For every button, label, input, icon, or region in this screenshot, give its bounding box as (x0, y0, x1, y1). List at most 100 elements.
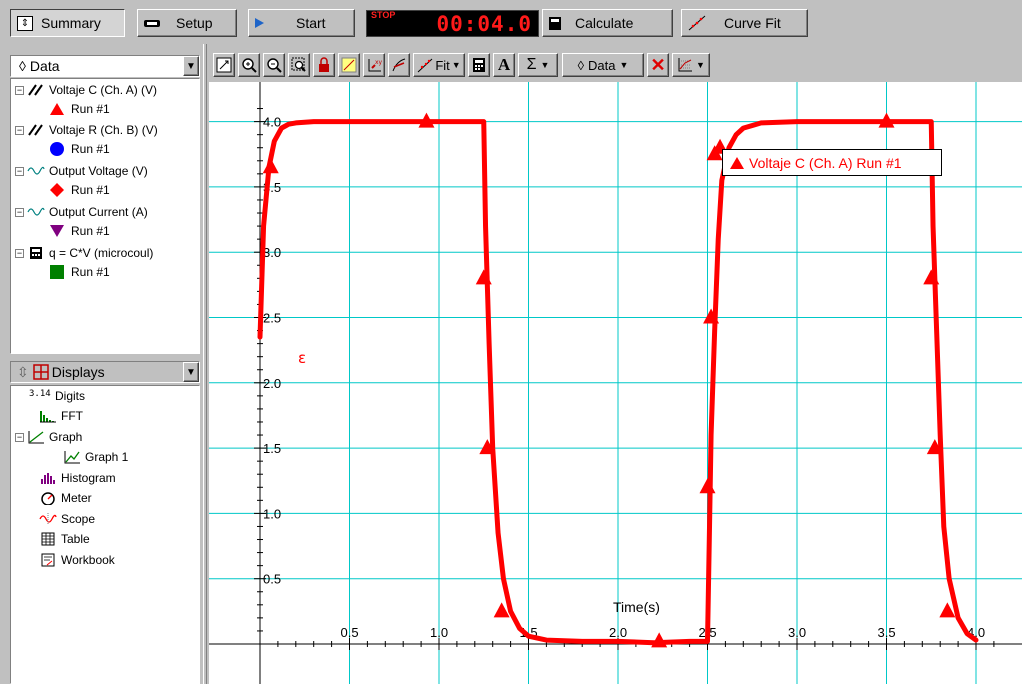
calculate-button[interactable]: Calculate (542, 9, 673, 37)
calculator-icon (549, 16, 561, 30)
tree-item-voltaje-c[interactable]: − Voltaje C (Ch. A) (V) (15, 80, 157, 100)
collapse-icon[interactable]: − (15, 85, 24, 95)
drag-handle-icon: ⇳ (17, 363, 29, 380)
tree-item-voltaje-r[interactable]: − Voltaje R (Ch. B) (V) (15, 120, 158, 140)
annotation-button[interactable]: A (493, 53, 515, 77)
tree-item-run[interactable]: Run #1 (49, 180, 110, 200)
calculator-icon (27, 246, 45, 260)
stop-timer-display[interactable]: STOP 00:04.0 (366, 10, 539, 37)
display-item-label: Graph 1 (85, 450, 129, 464)
data-menu-label: Data (588, 57, 616, 73)
displays-panel-title: Displays (51, 364, 105, 380)
autoscale-icon (216, 57, 232, 73)
chevron-down-icon[interactable]: ▼ (183, 362, 199, 382)
display-item-table[interactable]: Table (39, 529, 90, 549)
svg-text:xy: xy (375, 59, 382, 66)
display-item-label: Graph (49, 430, 83, 444)
display-item-meter[interactable]: Meter (39, 488, 92, 508)
y-tick-label: 4.0 (263, 115, 281, 130)
zoom-in-button[interactable] (238, 53, 260, 77)
tree-item-label: Run #1 (71, 142, 110, 156)
voltage-sensor-icon (27, 123, 45, 137)
collapse-icon[interactable]: − (15, 207, 24, 217)
zoom-select-button[interactable] (288, 53, 310, 77)
tree-item-run[interactable]: Run #1 (49, 262, 110, 282)
calculator-icon (473, 58, 485, 72)
x-tick-label: 2.0 (609, 625, 627, 640)
data-marker (699, 478, 716, 494)
data-menu-button[interactable]: ◊ Data ▼ (562, 53, 644, 77)
align-scales-button[interactable] (338, 53, 360, 77)
pane-splitter[interactable] (203, 44, 207, 684)
y-tick-label: 1.5 (263, 441, 281, 456)
remove-button[interactable]: ✕ (647, 53, 669, 77)
collapse-icon[interactable]: − (15, 166, 24, 176)
x-tick-label: 3.5 (878, 625, 896, 640)
tree-item-q-calc[interactable]: − q = C*V (microcoul) (15, 243, 153, 263)
display-item-label: Digits (55, 389, 86, 403)
fit-menu-button[interactable]: Fit ▼ (413, 53, 465, 77)
scope-icon (39, 512, 57, 526)
tree-item-label: Run #1 (71, 102, 110, 116)
graph-icon (27, 430, 45, 444)
zoom-out-button[interactable] (263, 53, 285, 77)
display-item-label: FFT (61, 409, 83, 423)
tree-item-run[interactable]: Run #1 (49, 221, 110, 241)
display-item-histogram[interactable]: Histogram (39, 468, 116, 488)
triangle-marker-icon (730, 156, 744, 169)
displays-panel-header[interactable]: ⇳ Displays ▼ (10, 361, 200, 383)
display-item-scope[interactable]: Scope (39, 509, 95, 529)
tree-item-run[interactable]: Run #1 (49, 139, 110, 159)
summary-button[interactable]: ⇕ Summary (10, 9, 125, 37)
tree-item-label: q = C*V (microcoul) (49, 246, 154, 260)
graph-legend[interactable]: Voltaje C (Ch. A) Run #1 (722, 149, 942, 176)
collapse-icon[interactable]: − (15, 248, 24, 258)
tree-item-label: Run #1 (71, 224, 110, 238)
tree-item-label: Output Voltage (V) (49, 164, 148, 178)
tree-item-label: Voltaje C (Ch. A) (V) (49, 83, 158, 97)
display-item-fft[interactable]: FFT (39, 406, 83, 426)
setup-icon (144, 19, 160, 27)
y-axis-title: ε (298, 349, 306, 367)
smart-cursor-button[interactable]: xy (363, 53, 385, 77)
collapse-icon[interactable]: − (15, 125, 24, 135)
statistics-calc-button[interactable] (468, 53, 490, 77)
lock-icon (319, 57, 329, 72)
chevron-down-icon: ▼ (451, 60, 461, 70)
main-toolbar: ⇕ Summary Setup Start STOP 00:04.0 Calcu… (0, 0, 1022, 44)
display-item-graph[interactable]: − Graph (15, 427, 82, 447)
display-item-label: Workbook (61, 553, 115, 567)
x-tick-label: 1.0 (430, 625, 448, 640)
tree-item-label: Output Current (A) (49, 205, 148, 219)
tree-item-run[interactable]: Run #1 (49, 99, 110, 119)
setup-button[interactable]: Setup (137, 9, 237, 37)
graph-settings-button[interactable]: ▼ (672, 53, 710, 77)
slope-tool-button[interactable] (388, 53, 410, 77)
start-button[interactable]: Start (248, 9, 355, 37)
statistics-menu-button[interactable]: Σ ▼ (518, 53, 558, 77)
timer-readout: 00:04.0 (436, 12, 532, 36)
fft-icon (39, 409, 57, 423)
x-axis-title: Time(s) (613, 599, 660, 615)
autoscale-button[interactable] (213, 53, 235, 77)
display-item-graph-1[interactable]: Graph 1 (63, 447, 128, 467)
curve-fit-button[interactable]: Curve Fit (681, 9, 808, 37)
text-annotation-icon: A (497, 55, 511, 74)
tree-item-label: Voltaje R (Ch. B) (V) (49, 123, 158, 137)
lock-button[interactable] (313, 53, 335, 77)
data-panel-header[interactable]: ◊ Data ▼ (10, 55, 200, 77)
circle-marker-icon (50, 142, 64, 156)
tree-item-label: Run #1 (71, 265, 110, 279)
collapse-icon[interactable]: − (15, 432, 24, 442)
display-item-digits[interactable]: 3.14 Digits (29, 386, 85, 406)
tree-item-output-voltage[interactable]: − Output Voltage (V) (15, 161, 148, 181)
chevron-down-icon: ▼ (540, 60, 550, 70)
chevron-down-icon[interactable]: ▼ (183, 56, 199, 76)
tree-item-output-current[interactable]: − Output Current (A) (15, 202, 148, 222)
data-drop-icon: ◊ (19, 58, 26, 74)
graph-plot-area[interactable]: 0.5 1.0 1.5 2.0 2.5 3.0 3.5 4.0 0.5 1.0 1.5 2.0 2.5 3… (209, 82, 1022, 684)
display-item-workbook[interactable]: Workbook (39, 550, 115, 570)
tree-item-label: Run #1 (71, 183, 110, 197)
sigma-icon: Σ (526, 56, 537, 73)
play-icon (255, 18, 264, 28)
